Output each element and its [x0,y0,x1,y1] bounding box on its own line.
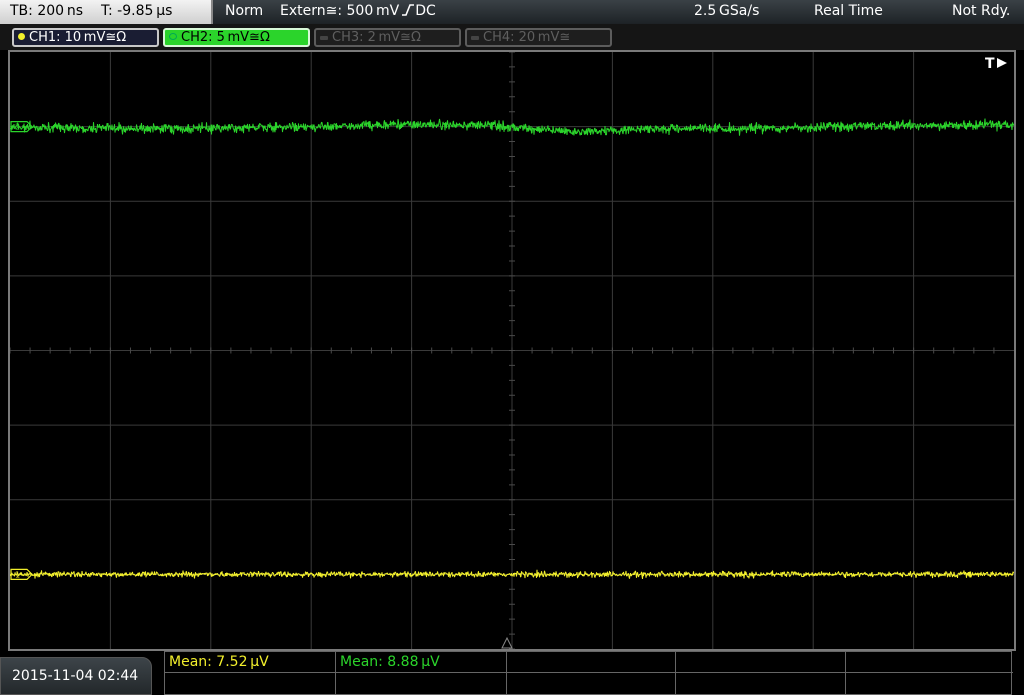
sample-rate: 2.5 GSa/s [694,3,760,19]
trigger-position-marker[interactable]: T [985,56,1007,72]
timebase-label: TB: 200 ns [10,3,84,19]
trigger-time-label: T: -9.85 µs [101,3,173,19]
channel-4-button[interactable]: CH4: 20 mV≅ [465,28,612,47]
channel-bar: CH1: 10 mV≅Ω CH2: 5 mV≅Ω CH3: 2 mV≅Ω CH4… [0,24,1024,50]
measurement-cell-7[interactable] [336,673,507,694]
measurement-ch1-mean: Mean: 7.52 µV [169,654,269,670]
channel-2-button[interactable]: CH2: 5 mV≅Ω [163,28,310,47]
measurement-cell-3[interactable] [507,652,676,673]
channel-1-label: CH1: 10 mV≅Ω [29,30,127,45]
measurement-panel[interactable]: Mean: 7.52 µV Mean: 8.88 µV [164,651,1013,695]
waveform-display[interactable]: 2 1 T [8,50,1016,651]
trigger-settings[interactable]: Extern≅: 500 mV DC [280,3,436,19]
trigger-source: Extern≅: 500 mV [280,3,400,19]
trigger-position-label: T [985,56,995,72]
rising-edge-icon [402,4,415,16]
acquisition-type[interactable]: Real Time [814,3,883,19]
measurement-cell-9[interactable] [676,673,846,694]
measurement-cell-10[interactable] [846,673,1013,694]
channel-2-label: CH2: 5 mV≅Ω [181,30,270,45]
channel-4-label: CH4: 20 mV≅ [483,30,571,45]
trigger-arrow-icon [997,58,1007,68]
timebase-box[interactable]: TB: 200 ns T: -9.85 µs [0,0,213,24]
channel-3-button[interactable]: CH3: 2 mV≅Ω [314,28,461,47]
measurement-cell-8[interactable] [507,673,676,694]
bottom-bar: 2015-11-04 02:44 Mean: 7.52 µV Mean: 8.8… [0,651,1024,695]
trigger-coupling: DC [415,3,436,19]
datetime-box[interactable]: 2015-11-04 02:44 [0,657,152,695]
channel-3-label: CH3: 2 mV≅Ω [332,30,421,45]
measurement-cell-1[interactable]: Mean: 7.52 µV [165,652,336,673]
trigger-status: Not Rdy. [952,3,1011,19]
channel-2-marker-label: 2 [15,123,20,132]
channel-1-button[interactable]: CH1: 10 mV≅Ω [12,28,159,47]
datetime-label: 2015-11-04 02:44 [12,668,139,684]
channel-3-indicator-icon [320,36,328,40]
measurement-cell-2[interactable]: Mean: 8.88 µV [336,652,507,673]
measurement-cell-4[interactable] [676,652,846,673]
measurement-cell-5[interactable] [846,652,1013,673]
waveform-canvas[interactable]: 2 1 T [10,52,1014,649]
acquisition-mode[interactable]: Norm [225,3,263,19]
channel-4-indicator-icon [471,36,479,40]
channel-1-marker-label: 1 [15,570,20,579]
horizontal-position-marker-icon[interactable] [501,636,513,649]
channel-1-indicator-icon [18,33,25,40]
channel-2-indicator-icon [169,33,177,40]
measurement-ch2-mean: Mean: 8.88 µV [340,654,440,670]
measurement-cell-6[interactable] [165,673,336,694]
top-status-bar: TB: 200 ns T: -9.85 µs Norm Extern≅: 500… [0,0,1024,24]
